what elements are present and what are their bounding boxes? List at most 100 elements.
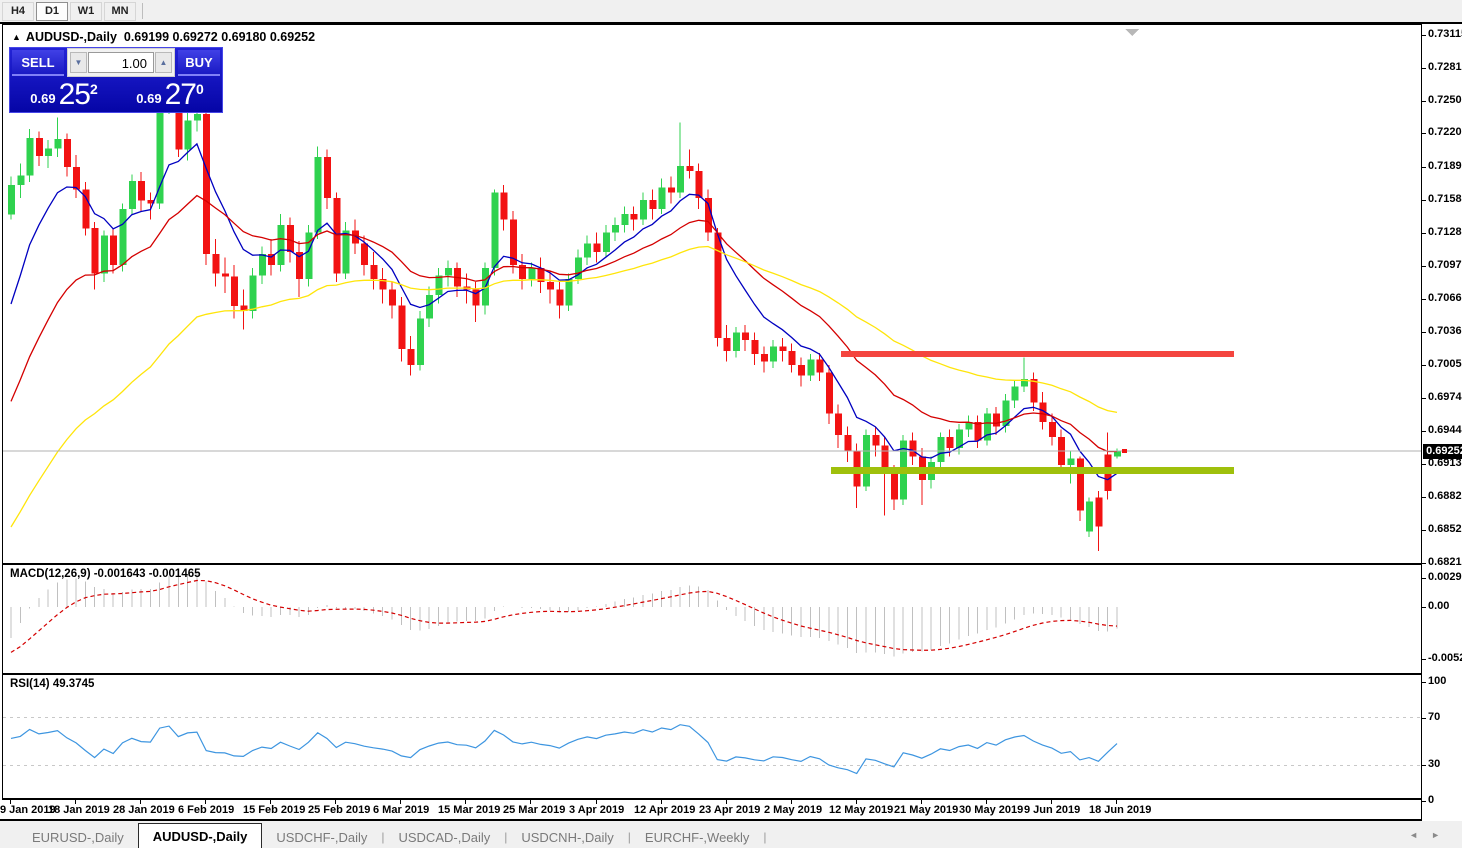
- tab-eurusd[interactable]: EURUSD-,Daily: [18, 827, 138, 848]
- price-axis-value: 0.68825: [1428, 490, 1462, 502]
- sell-button[interactable]: SELL: [12, 50, 64, 76]
- trading-platform-window: H4D1W1MN ▲AUDUSD-,Daily 0.69199 0.69272 …: [0, 0, 1462, 848]
- tab-usdcnh[interactable]: USDCNH-,Daily: [507, 827, 627, 848]
- tab-eurchf[interactable]: EURCHF-,Weekly: [631, 827, 764, 848]
- price-axis-value: 0.70665: [1428, 292, 1462, 304]
- price-axis-value: 0.72810: [1428, 61, 1462, 73]
- timeframe-button-w1[interactable]: W1: [70, 2, 102, 21]
- price-axis-tick: [1422, 101, 1426, 102]
- price-axis-value: 0.70360: [1428, 325, 1462, 337]
- date-axis-value: 6 Feb 2019: [178, 804, 234, 816]
- buy-price-pip: 0: [196, 81, 204, 97]
- price-axis-value: 0.71890: [1428, 160, 1462, 172]
- chart-tab-bar: EURUSD-,DailyAUDUSD-,DailyUSDCHF-,Daily |…: [0, 821, 1462, 848]
- rsi-axis-value: 30: [1428, 758, 1440, 770]
- macd-axis-tick: [1422, 659, 1426, 660]
- timeframe-buttons: H4D1W1MN: [2, 2, 138, 21]
- macd-axis-value: 0.002984: [1428, 571, 1462, 583]
- rsi-axis-tick: [1422, 765, 1426, 766]
- date-axis-value: 15 Mar 2019: [438, 804, 500, 816]
- date-axis-value: 21 May 2019: [894, 804, 958, 816]
- date-axis-value: 12 Apr 2019: [634, 804, 695, 816]
- rsi-axis-tick: [1422, 801, 1426, 802]
- price-axis-tick: [1422, 464, 1426, 465]
- price-axis-tick: [1422, 497, 1426, 498]
- tab-scroll-left-icon[interactable]: ◄: [1409, 830, 1418, 840]
- price-axis-tick: [1422, 431, 1426, 432]
- volume-increase-button[interactable]: ▲: [155, 52, 172, 73]
- chart-tabs: EURUSD-,DailyAUDUSD-,DailyUSDCHF-,Daily |…: [18, 823, 767, 848]
- date-axis-value: 25 Feb 2019: [308, 804, 370, 816]
- collapse-triangle-icon[interactable]: ▲: [12, 32, 21, 42]
- rsi-axis-tick: [1422, 682, 1426, 683]
- price-axis-tick: [1422, 266, 1426, 267]
- rsi-indicator-panel[interactable]: RSI(14) 49.3745: [2, 675, 1422, 800]
- sell-price-big: 25: [59, 78, 90, 112]
- chart-title: ▲AUDUSD-,Daily 0.69199 0.69272 0.69180 0…: [12, 30, 315, 44]
- price-axis-tick: [1422, 299, 1426, 300]
- chart-symbol-label: AUDUSD-,Daily: [26, 30, 117, 44]
- rsi-chart[interactable]: [3, 675, 1422, 798]
- price-axis-value: 0.69130: [1428, 457, 1462, 469]
- volume-input[interactable]: 1.00: [88, 52, 154, 73]
- price-axis-value: 0.69440: [1428, 424, 1462, 436]
- timeframe-toolbar: H4D1W1MN: [0, 0, 1462, 22]
- buy-button[interactable]: BUY: [178, 50, 220, 76]
- macd-axis-value: 0.00: [1428, 600, 1449, 612]
- price-axis-tick: [1422, 563, 1426, 564]
- date-axis-value: 23 Apr 2019: [699, 804, 760, 816]
- price-axis-value: 0.70970: [1428, 259, 1462, 271]
- rsi-axis-tick: [1422, 718, 1426, 719]
- price-axis-value: 0.70050: [1428, 358, 1462, 370]
- tab-usdcad[interactable]: USDCAD-,Daily: [384, 827, 504, 848]
- rsi-axis-value: 70: [1428, 711, 1440, 723]
- price-axis-value: 0.69745: [1428, 391, 1462, 403]
- macd-indicator-panel[interactable]: MACD(12,26,9) -0.001643 -0.001465: [2, 565, 1422, 675]
- timeframe-button-h4[interactable]: H4: [2, 2, 34, 21]
- timeframe-button-d1[interactable]: D1: [36, 2, 68, 21]
- date-axis-value: 3 Apr 2019: [569, 804, 624, 816]
- price-axis-tick: [1422, 365, 1426, 366]
- macd-chart[interactable]: [3, 565, 1422, 673]
- buy-price-display[interactable]: 0.69270: [120, 79, 220, 110]
- price-axis-value: 0.68520: [1428, 523, 1462, 535]
- date-axis-value: 6 Mar 2019: [373, 804, 429, 816]
- buy-price-big: 27: [165, 78, 196, 112]
- macd-label: MACD(12,26,9) -0.001643 -0.001465: [10, 568, 201, 580]
- price-axis-tick: [1422, 233, 1426, 234]
- price-axis[interactable]: 0.69252 0.731150.728100.725050.722000.71…: [1421, 24, 1462, 821]
- date-axis-value: 9 Jun 2019: [1024, 804, 1080, 816]
- macd-axis-tick: [1422, 607, 1426, 608]
- price-axis-value: 0.73115: [1428, 28, 1462, 40]
- volume-group: ▼ 1.00 ▲: [67, 48, 175, 77]
- price-axis-tick: [1422, 68, 1426, 69]
- price-axis-tick: [1422, 35, 1426, 36]
- one-click-trade-panel: SELL ▼ 1.00 ▲ BUY 0.69252 0.69270: [9, 47, 223, 113]
- date-axis-value: 18 Jun 2019: [1089, 804, 1151, 816]
- price-axis-value: 0.72505: [1428, 94, 1462, 106]
- macd-axis-tick: [1422, 578, 1426, 579]
- sell-price-prefix: 0.69: [30, 91, 55, 106]
- volume-decrease-button[interactable]: ▼: [70, 52, 87, 73]
- tab-audusd[interactable]: AUDUSD-,Daily: [138, 823, 263, 848]
- price-axis-value: 0.71280: [1428, 226, 1462, 238]
- price-chart-panel[interactable]: ▲AUDUSD-,Daily 0.69199 0.69272 0.69180 0…: [2, 24, 1422, 565]
- macd-axis-value: -0.005256: [1428, 652, 1462, 664]
- sell-price-display[interactable]: 0.69252: [12, 79, 116, 110]
- tab-separator: |: [763, 830, 766, 844]
- date-axis-value: 30 May 2019: [959, 804, 1023, 816]
- price-axis-tick: [1422, 167, 1426, 168]
- price-axis-value: 0.71585: [1428, 193, 1462, 205]
- date-axis-value: 28 Jan 2019: [113, 804, 175, 816]
- date-axis-value: 2 May 2019: [764, 804, 822, 816]
- date-axis-value: 15 Feb 2019: [243, 804, 305, 816]
- rsi-label: RSI(14) 49.3745: [10, 678, 94, 690]
- price-axis-tick: [1422, 133, 1426, 134]
- tab-usdchf[interactable]: USDCHF-,Daily: [262, 827, 381, 848]
- tab-scroll-right-icon[interactable]: ►: [1431, 830, 1440, 840]
- price-axis-tick: [1422, 200, 1426, 201]
- timeframe-button-mn[interactable]: MN: [104, 2, 136, 21]
- date-axis[interactable]: 9 Jan 201918 Jan 201928 Jan 20196 Feb 20…: [0, 800, 1462, 821]
- date-axis-value: 25 Mar 2019: [503, 804, 565, 816]
- rsi-axis-value: 100: [1428, 675, 1446, 687]
